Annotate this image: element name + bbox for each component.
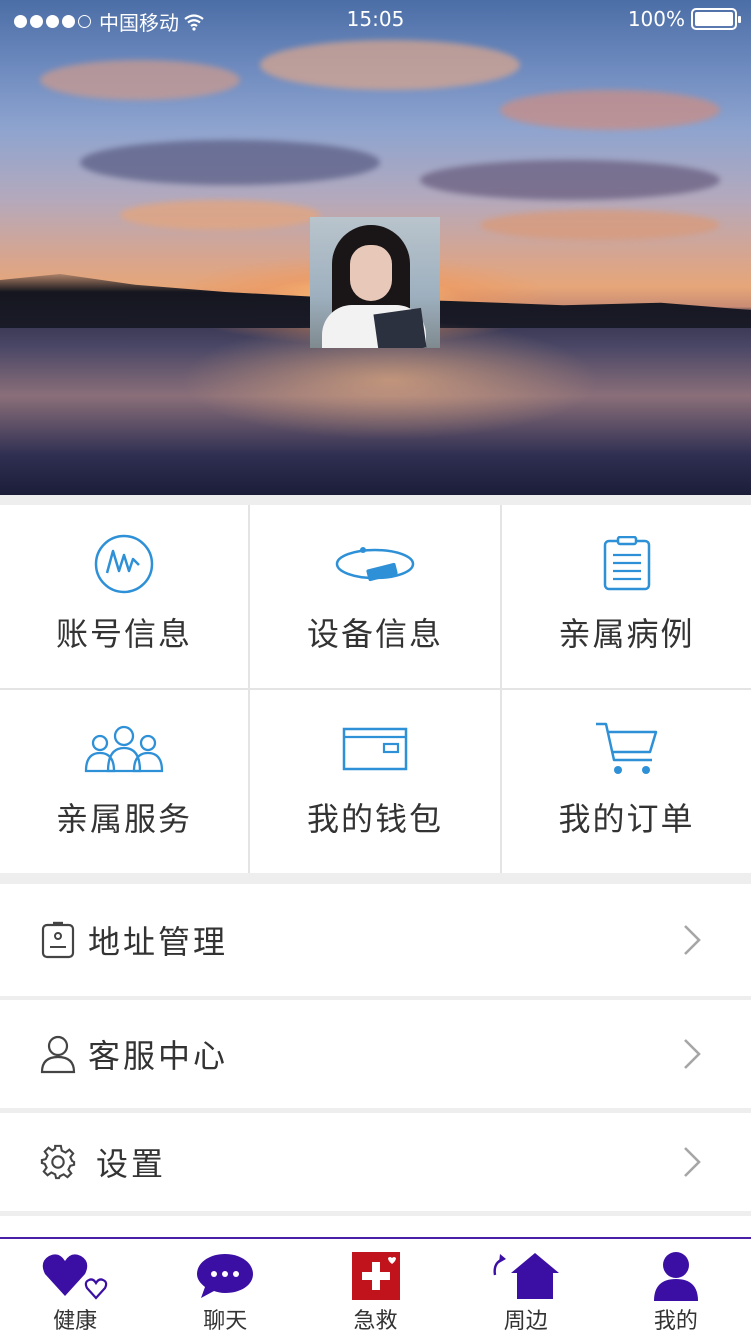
tab-nearby[interactable]: 周边 (451, 1239, 601, 1335)
heart-icon (40, 1251, 110, 1301)
user-outline-icon (40, 1034, 76, 1074)
grid-item-label: 亲属服务 (55, 800, 192, 838)
wristband-icon (330, 533, 420, 595)
tab-label: 急救 (353, 1309, 398, 1334)
home-refresh-icon (491, 1251, 561, 1301)
grid-item-device-info[interactable]: 设备信息 (250, 505, 500, 688)
grid-item-relative-records[interactable]: 亲属病例 (502, 505, 751, 688)
address-badge-icon (40, 920, 76, 960)
tab-label: 聊天 (203, 1309, 248, 1334)
grid-item-orders[interactable]: 我的订单 (502, 690, 751, 873)
grid-item-label: 亲属病例 (558, 615, 695, 653)
grid-item-account-info[interactable]: 账号信息 (0, 505, 248, 688)
clipboard-icon (582, 533, 672, 595)
battery-percent: 100% (627, 7, 685, 31)
avatar[interactable] (310, 217, 440, 348)
list-item-label: 地址管理 (88, 923, 229, 961)
tab-label: 健康 (53, 1309, 98, 1334)
tab-health[interactable]: 健康 (0, 1239, 150, 1335)
cart-icon (582, 718, 672, 780)
tab-first-aid[interactable]: 急救 (300, 1239, 450, 1335)
grid-item-relative-service[interactable]: 亲属服务 (0, 690, 248, 873)
profile-banner: 中国移动 15:05 100% (0, 0, 751, 495)
function-grid: 账号信息 设备信息 亲属病例 亲属服务 我的钱包 我的订单 (0, 505, 751, 873)
list-item-label: 设置 (96, 1145, 167, 1183)
chat-bubble-icon (190, 1251, 260, 1301)
status-bar: 中国移动 15:05 100% (0, 0, 751, 40)
tab-chat[interactable]: 聊天 (150, 1239, 300, 1335)
gear-icon (40, 1142, 76, 1182)
grid-item-label: 账号信息 (55, 615, 192, 653)
first-aid-icon (341, 1251, 411, 1301)
person-icon (641, 1251, 711, 1301)
tab-mine[interactable]: 我的 (601, 1239, 751, 1335)
list-item-customer-service[interactable]: 客服中心 (0, 1000, 751, 1108)
tab-label: 周边 (503, 1309, 548, 1334)
chevron-right-icon (684, 1147, 701, 1177)
pulse-circle-icon (79, 533, 169, 595)
chevron-right-icon (684, 925, 701, 955)
people-group-icon (79, 718, 169, 780)
grid-item-wallet[interactable]: 我的钱包 (250, 690, 500, 873)
list-item-settings[interactable]: 设置 (0, 1113, 751, 1211)
grid-item-label: 我的钱包 (306, 800, 443, 838)
grid-item-label: 我的订单 (558, 800, 695, 838)
list-item-address[interactable]: 地址管理 (0, 884, 751, 996)
tab-label: 我的 (653, 1309, 698, 1334)
chevron-right-icon (684, 1039, 701, 1069)
battery-icon (691, 8, 741, 30)
wallet-icon (330, 718, 420, 780)
bottom-tab-bar: 健康 聊天 急救 周边 我的 (0, 1237, 751, 1335)
grid-item-label: 设备信息 (306, 615, 443, 653)
list-spacer (0, 1216, 751, 1237)
list-item-label: 客服中心 (88, 1037, 229, 1075)
